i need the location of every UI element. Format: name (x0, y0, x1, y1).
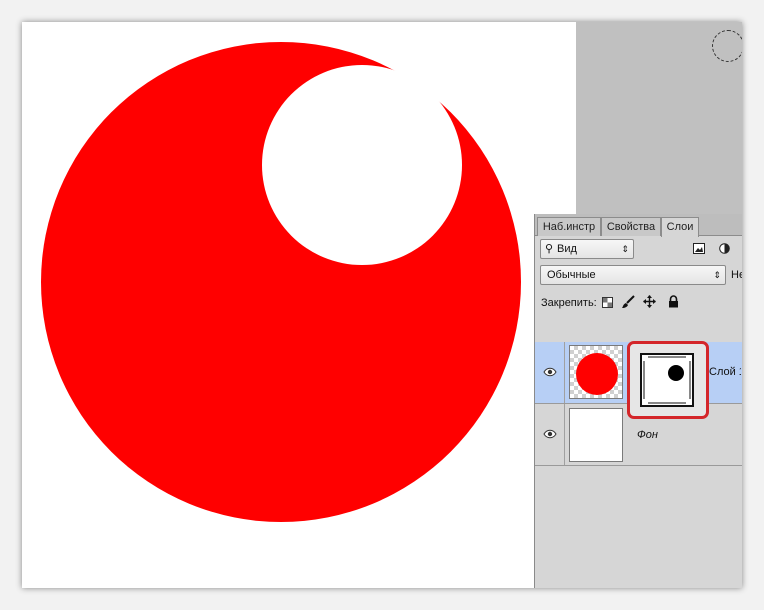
lock-all-icon[interactable] (668, 295, 679, 308)
layer-row-layer1[interactable]: Слой 1 (535, 341, 742, 419)
blend-mode-select[interactable]: Обычные ⇕ (540, 265, 726, 285)
lock-transparency-icon[interactable] (602, 297, 613, 308)
panel-tab-bar: Наб.инстр Свойства Слои (535, 214, 742, 237)
image-filter-icon[interactable] (693, 243, 705, 254)
lock-label: Закрепить: (541, 297, 597, 309)
eye-icon (543, 429, 557, 439)
visibility-toggle[interactable] (535, 342, 565, 403)
document-canvas[interactable] (22, 22, 576, 588)
layers-panel: Наб.инстр Свойства Слои ⚲ Вид ⇕ Обычные … (534, 214, 742, 588)
lock-pixels-brush-icon[interactable] (621, 295, 635, 309)
search-icon: ⚲ (545, 243, 554, 255)
layer-thumbnail[interactable] (569, 345, 623, 399)
blend-mode-label: Обычные (547, 269, 596, 281)
layer-thumbnail[interactable] (569, 408, 623, 462)
layer-filter-label: Вид (557, 243, 577, 255)
tab-layers[interactable]: Слои (661, 217, 699, 237)
brush-cursor-icon (712, 30, 742, 62)
layer-row-background[interactable]: Фон (535, 404, 742, 466)
layer-name[interactable]: Фон (637, 429, 658, 441)
adjustment-filter-icon[interactable] (719, 243, 730, 254)
lock-position-move-icon[interactable] (643, 295, 656, 308)
photoshop-window: Наб.инстр Свойства Слои ⚲ Вид ⇕ Обычные … (22, 22, 742, 588)
layer-mask-thumbnail[interactable] (640, 353, 694, 407)
visibility-toggle[interactable] (535, 404, 565, 465)
red-circle-shape (41, 42, 521, 522)
layer-filter-select[interactable]: ⚲ Вид ⇕ (540, 239, 634, 259)
updown-arrows-icon: ⇕ (621, 244, 629, 254)
opacity-label: Не (731, 269, 742, 281)
eye-icon (543, 367, 557, 377)
canvas-artwork (41, 42, 521, 522)
tab-properties[interactable]: Свойства (601, 217, 661, 236)
tab-swatches[interactable]: Наб.инстр (537, 217, 601, 236)
layer-name[interactable]: Слой 1 (709, 366, 741, 378)
updown-arrows-icon: ⇕ (713, 270, 721, 280)
